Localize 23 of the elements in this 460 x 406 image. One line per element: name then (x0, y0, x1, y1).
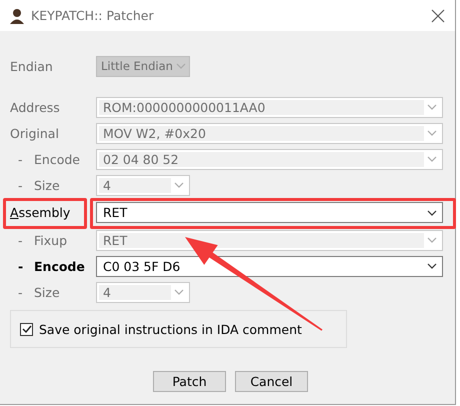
close-icon[interactable] (431, 8, 445, 22)
dash-mark: - (17, 284, 24, 300)
field-label: Endian (10, 58, 53, 74)
field-label: Address (10, 100, 60, 114)
dash-mark: - (17, 232, 24, 248)
field-label: Fixup (34, 232, 68, 248)
combo-field[interactable]: RET (96, 202, 443, 223)
dash-mark: - (17, 152, 24, 166)
dash-mark: - (17, 178, 24, 192)
dialog-button[interactable]: Patch (153, 371, 226, 392)
field-label: Original (10, 126, 59, 140)
field-label: Size (34, 284, 60, 300)
field-label: Size (34, 178, 60, 192)
checkbox[interactable] (20, 322, 33, 336)
field-label: Encode (34, 258, 85, 274)
checkbox-label: Save original instructions in IDA comment (39, 322, 302, 336)
field-label: Assembly (10, 205, 70, 220)
person-icon (9, 8, 25, 24)
dash-mark: - (17, 258, 24, 274)
combo-field[interactable]: C0 03 5F D6 (96, 256, 443, 276)
dialog-button[interactable]: Cancel (235, 371, 308, 392)
field-label: Encode (34, 152, 80, 166)
window-title: KEYPATCH:: Patcher (31, 8, 155, 23)
